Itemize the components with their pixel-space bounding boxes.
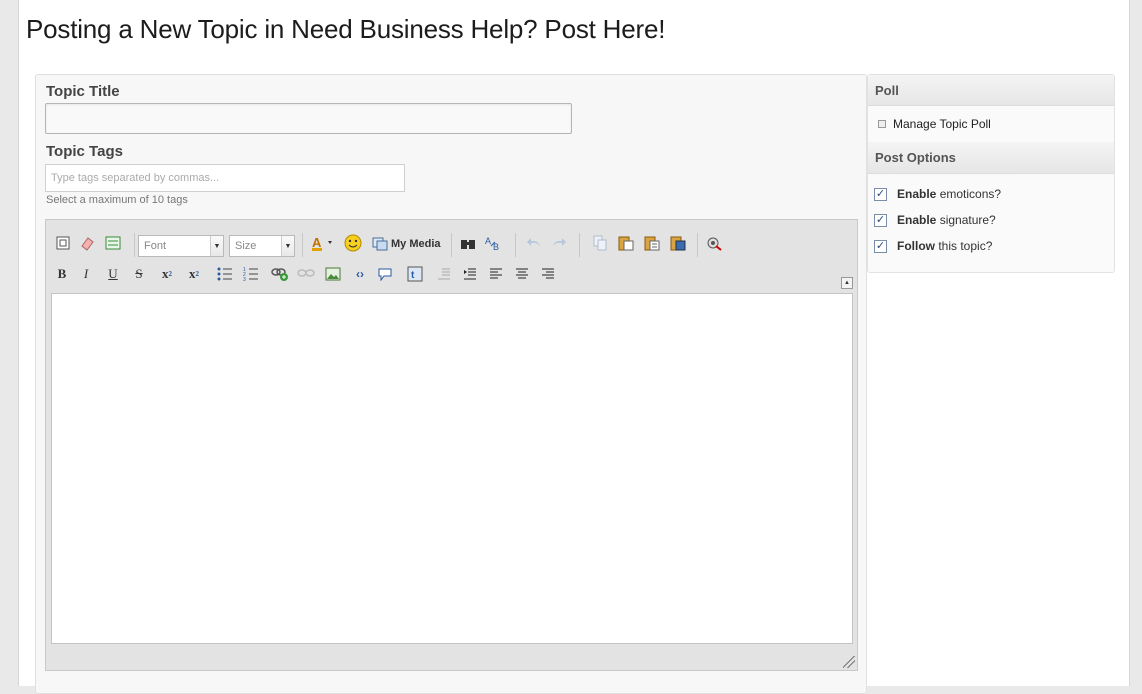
font-select-value: Font	[144, 240, 167, 252]
twitter-icon[interactable]: t	[405, 264, 425, 284]
manage-topic-poll-link[interactable]: Manage Topic Poll	[878, 117, 991, 131]
topic-tags-help: Select a maximum of 10 tags	[46, 194, 188, 206]
outdent-icon[interactable]	[434, 264, 454, 284]
option-label-rest: signature?	[936, 213, 996, 227]
underline-icon[interactable]: U	[103, 264, 123, 284]
editor-content-area[interactable]	[51, 293, 853, 644]
size-select[interactable]: Size ▼	[229, 235, 295, 257]
emoticon-icon[interactable]	[343, 233, 363, 253]
bold-icon[interactable]: B	[52, 264, 72, 284]
quote-icon[interactable]	[375, 264, 395, 284]
svg-text:A: A	[485, 236, 491, 246]
toolbar-row-2: B I U S x2 x2 123 ‹› t	[50, 264, 855, 292]
post-options-heading: Post Options	[868, 142, 1114, 174]
eraser-icon[interactable]	[77, 233, 97, 253]
unlink-icon[interactable]	[296, 264, 316, 284]
follow-topic-checkbox[interactable]: ✓	[874, 239, 887, 253]
paste-icon[interactable]	[616, 233, 636, 253]
bullet-icon	[878, 120, 886, 128]
text-color-icon[interactable]: A	[310, 233, 336, 253]
font-select[interactable]: Font ▼	[138, 235, 224, 257]
chevron-down-icon: ▼	[210, 236, 223, 256]
media-icon	[372, 237, 388, 251]
settings-icon[interactable]	[704, 233, 724, 253]
toolbar-separator	[451, 233, 452, 257]
collapse-toolbar-button[interactable]: ▲	[841, 277, 853, 289]
source-icon[interactable]	[53, 233, 73, 253]
find-icon[interactable]	[458, 233, 478, 253]
size-select-value: Size	[235, 240, 257, 252]
code-icon[interactable]: ‹›	[350, 264, 370, 284]
post-form-panel: Topic Title Topic Tags Select a maximum …	[35, 74, 867, 694]
indent-icon[interactable]	[460, 264, 480, 284]
page-title: Posting a New Topic in Need Business Hel…	[26, 14, 666, 44]
svg-text:3: 3	[243, 277, 246, 281]
strikethrough-icon[interactable]: S	[129, 264, 149, 284]
option-label-bold: Follow	[897, 239, 935, 253]
poll-heading: Poll	[868, 75, 1114, 106]
my-media-button[interactable]: My Media	[372, 237, 441, 251]
option-enable-emoticons: ✓ Enable emoticons?	[874, 187, 1001, 201]
toolbar-separator	[134, 233, 135, 257]
option-label-rest: emoticons?	[936, 187, 1002, 201]
topic-tags-input[interactable]	[45, 164, 405, 192]
topic-title-label: Topic Title	[46, 83, 120, 100]
option-label-rest: this topic?	[935, 239, 993, 253]
align-left-icon[interactable]	[486, 264, 506, 284]
subscript-icon[interactable]: x2	[157, 264, 177, 284]
toolbar-separator	[515, 233, 516, 257]
paste-word-icon[interactable]	[668, 233, 688, 253]
toolbar-separator	[302, 233, 303, 257]
italic-icon[interactable]: I	[76, 264, 96, 284]
enable-signature-checkbox[interactable]: ✓	[874, 213, 887, 227]
option-label-bold: Enable	[897, 213, 937, 227]
my-media-label: My Media	[391, 238, 441, 250]
chevron-down-icon: ▼	[281, 236, 294, 256]
paste-text-icon[interactable]	[642, 233, 662, 253]
toolbar-separator	[697, 233, 698, 257]
replace-icon[interactable]: AB	[484, 233, 504, 253]
sidebar-panel: Poll Manage Topic Poll Post Options ✓ En…	[867, 74, 1115, 273]
topic-title-input[interactable]	[45, 103, 572, 134]
bulleted-list-icon[interactable]	[215, 264, 235, 284]
numbered-list-icon[interactable]: 123	[241, 264, 261, 284]
enable-emoticons-checkbox[interactable]: ✓	[874, 187, 887, 201]
align-center-icon[interactable]	[512, 264, 532, 284]
image-icon[interactable]	[323, 264, 343, 284]
rich-text-editor: Font ▼ Size ▼ A My Media A B B I U S x 2…	[45, 219, 858, 671]
manage-topic-poll-label: Manage Topic Poll	[893, 117, 991, 131]
topic-tags-label: Topic Tags	[46, 143, 123, 160]
special-box-icon[interactable]	[103, 233, 123, 253]
resize-grip-icon[interactable]	[843, 656, 855, 668]
undo-icon[interactable]	[524, 233, 544, 253]
toolbar-separator	[579, 233, 580, 257]
option-enable-signature: ✓ Enable signature?	[874, 213, 996, 227]
option-label-bold: Enable	[897, 187, 937, 201]
copy-icon[interactable]	[590, 233, 610, 253]
redo-icon[interactable]	[549, 233, 569, 253]
link-icon[interactable]	[270, 264, 290, 284]
superscript-icon[interactable]: x2	[184, 264, 204, 284]
align-right-icon[interactable]	[538, 264, 558, 284]
option-follow-topic: ✓ Follow this topic?	[874, 239, 992, 253]
toolbar-row-1: Font ▼ Size ▼ A My Media A B	[50, 233, 855, 261]
page-container: Posting a New Topic in Need Business Hel…	[18, 0, 1130, 694]
svg-text:A: A	[312, 235, 322, 250]
